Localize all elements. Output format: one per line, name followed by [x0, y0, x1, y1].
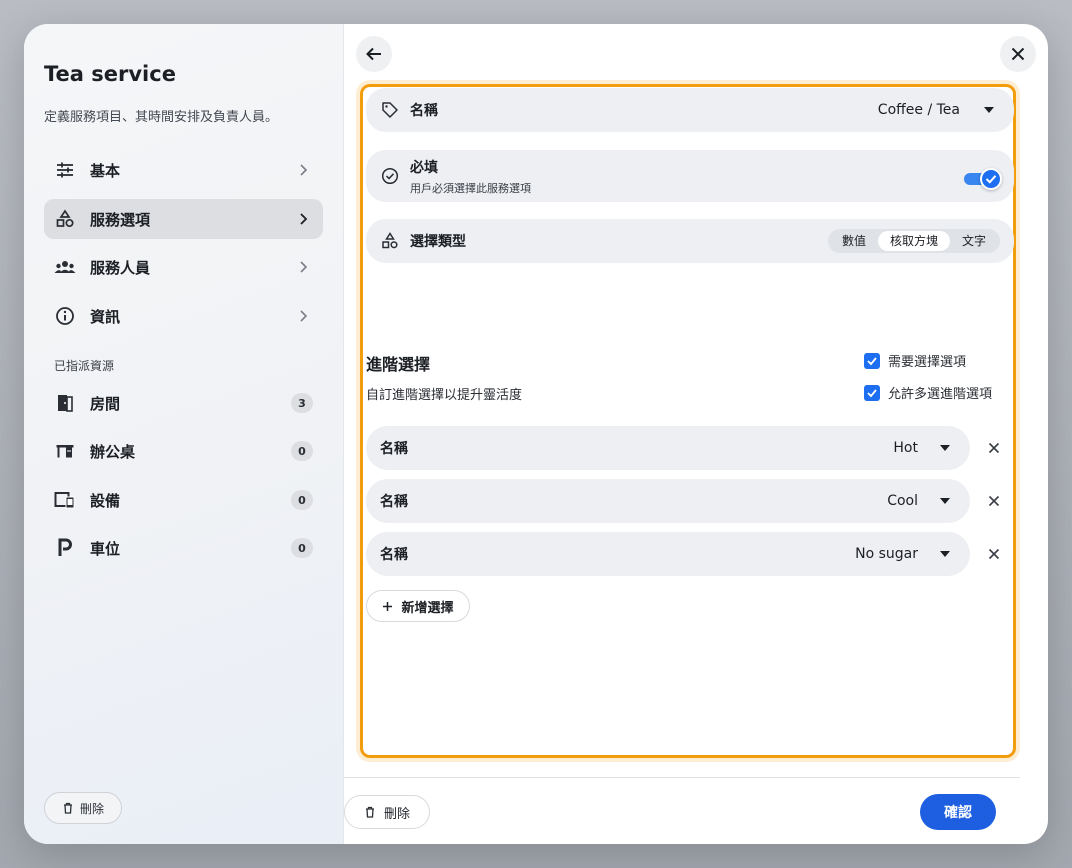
delete-label: 刪除: [79, 801, 104, 816]
close-icon: [1011, 47, 1025, 61]
toggle-knob: [980, 168, 1002, 190]
tag-icon: [380, 100, 400, 120]
checkbox-label: 需要選擇選項: [888, 355, 967, 370]
checkbox-checked-icon: [864, 384, 880, 401]
sidebar-item-label: 服務人員: [90, 258, 151, 277]
trash-icon: [365, 806, 374, 818]
choice-type-segmented-control: 數值 核取方塊 文字: [827, 229, 1000, 253]
caret-down-icon: [940, 551, 950, 557]
footer-divider: [344, 777, 1020, 778]
trash-icon: [63, 802, 72, 814]
door-icon: [54, 392, 76, 414]
parking-icon: [54, 537, 76, 559]
resource-label: 房間: [90, 394, 121, 413]
close-icon: [988, 548, 1000, 560]
count-badge: 0: [291, 490, 313, 510]
caret-down-icon: [940, 445, 950, 451]
add-option-label: 新增選擇: [401, 600, 454, 616]
remove-option-button[interactable]: [986, 493, 1002, 509]
name-dropdown[interactable]: 名稱 Coffee / Tea: [366, 88, 1014, 132]
option-value: Cool: [887, 493, 918, 509]
info-icon: [54, 305, 76, 327]
allow-multi-checkbox[interactable]: 允許多選進階選項: [864, 383, 992, 402]
option-dropdown-cool[interactable]: 名稱 Cool: [366, 479, 970, 523]
close-icon: [988, 442, 1000, 454]
count-badge: 0: [291, 441, 313, 461]
group-icon: [54, 256, 76, 278]
chevron-right-icon: [300, 213, 308, 225]
service-dialog: Tea service 定義服務項目、其時間安排及負責人員。 基本 服務選項 服…: [24, 24, 1048, 844]
close-icon: [988, 495, 1000, 507]
option-dropdown-no-sugar[interactable]: 名稱 No sugar: [366, 532, 970, 576]
sidebar-item-label: 資訊: [90, 307, 121, 326]
option-value: No sugar: [855, 546, 918, 562]
resource-label: 設備: [90, 491, 121, 510]
option-dropdown-hot[interactable]: 名稱 Hot: [366, 426, 970, 470]
close-button[interactable]: [1000, 36, 1036, 72]
sliders-icon: [54, 159, 76, 181]
resource-equipment[interactable]: 設備 0: [44, 482, 323, 518]
desk-icon: [54, 440, 76, 462]
main-panel: 名稱 Coffee / Tea 必填 用戶必須選擇此服務選項 選擇類型 數值 核…: [344, 24, 1048, 844]
caret-down-icon: [984, 107, 994, 113]
chevron-right-icon: [300, 261, 308, 273]
choice-type-setting: 選擇類型 數值 核取方塊 文字: [366, 219, 1014, 263]
option-value: Hot: [893, 440, 918, 456]
delete-label: 刪除: [383, 806, 410, 822]
resource-rooms[interactable]: 房間 3: [44, 385, 323, 421]
check-circle-icon: [380, 166, 400, 186]
sidebar-delete-button[interactable]: 刪除: [44, 792, 122, 824]
count-badge: 3: [291, 393, 313, 413]
assigned-resources-heading: 已指派資源: [54, 359, 115, 373]
option-label: 名稱: [380, 494, 408, 510]
name-label: 名稱: [410, 103, 438, 119]
name-value: Coffee / Tea: [877, 102, 960, 118]
sidebar-item-label: 服務選項: [90, 210, 151, 229]
add-option-button[interactable]: 新增選擇: [366, 590, 470, 622]
required-description: 用戶必須選擇此服務選項: [410, 181, 531, 195]
confirm-button[interactable]: 確認: [920, 794, 996, 830]
required-toggle[interactable]: [964, 168, 1002, 190]
sidebar: Tea service 定義服務項目、其時間安排及負責人員。 基本 服務選項 服…: [24, 24, 344, 844]
sidebar-item-basic[interactable]: 基本: [44, 150, 323, 190]
choice-type-label: 選擇類型: [410, 234, 466, 250]
segment-text[interactable]: 文字: [950, 231, 998, 251]
devices-icon: [54, 489, 76, 511]
dialog-title: Tea service: [44, 62, 176, 86]
sidebar-item-info[interactable]: 資訊: [44, 296, 323, 336]
check-icon: [985, 175, 997, 184]
back-button[interactable]: [356, 36, 392, 72]
caret-down-icon: [940, 498, 950, 504]
option-label: 名稱: [380, 441, 408, 457]
dialog-subtitle: 定義服務項目、其時間安排及負責人員。: [44, 110, 279, 125]
resource-parking[interactable]: 車位 0: [44, 530, 323, 566]
remove-option-button[interactable]: [986, 546, 1002, 562]
required-label: 必填: [410, 159, 438, 176]
sidebar-item-staff[interactable]: 服務人員: [44, 247, 323, 287]
resource-label: 車位: [90, 539, 121, 558]
delete-button[interactable]: 刪除: [344, 795, 430, 829]
require-option-checkbox[interactable]: 需要選擇選項: [864, 351, 966, 370]
checkbox-checked-icon: [864, 352, 880, 369]
segment-checkbox[interactable]: 核取方塊: [877, 231, 950, 251]
chevron-right-icon: [300, 310, 308, 322]
remove-option-button[interactable]: [986, 440, 1002, 456]
segment-numeric[interactable]: 數值: [830, 231, 878, 251]
option-label: 名稱: [380, 547, 408, 563]
sidebar-item-label: 基本: [90, 161, 121, 180]
required-setting: 必填 用戶必須選擇此服務選項: [366, 150, 1014, 202]
advanced-title: 進階選擇: [366, 355, 431, 374]
chevron-right-icon: [300, 164, 308, 176]
resource-desks[interactable]: 辦公桌 0: [44, 433, 323, 469]
shapes-icon: [380, 231, 400, 251]
resource-label: 辦公桌: [90, 442, 136, 461]
count-badge: 0: [291, 538, 313, 558]
shapes-icon: [54, 208, 76, 230]
plus-icon: [383, 601, 393, 611]
sidebar-item-service-options[interactable]: 服務選項: [44, 199, 323, 239]
advanced-subtitle: 自訂進階選擇以提升靈活度: [366, 388, 523, 403]
checkbox-label: 允許多選進階選項: [888, 387, 993, 402]
arrow-left-icon: [366, 47, 381, 61]
